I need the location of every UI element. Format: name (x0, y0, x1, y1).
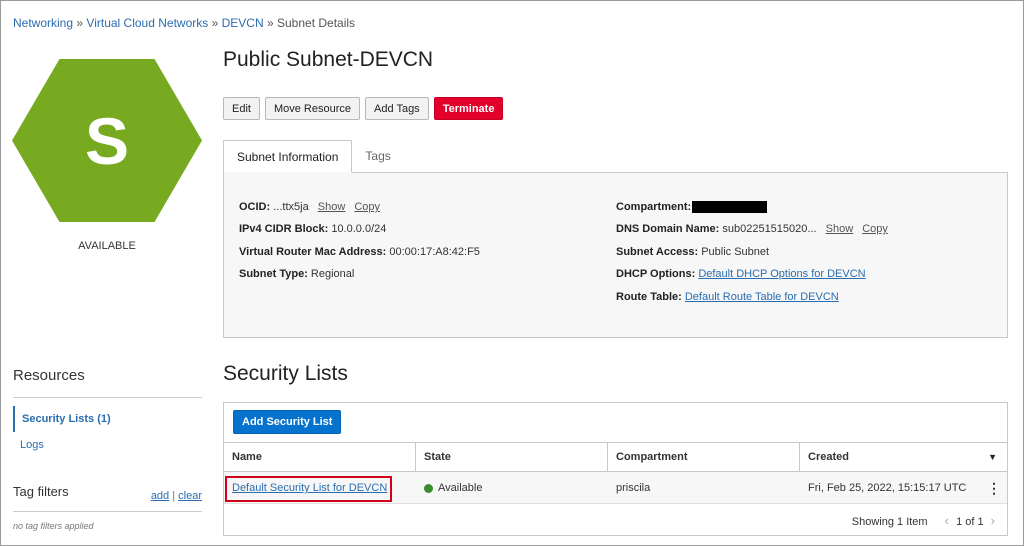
subnet-information-panel: OCID: ...ttx5ja Show Copy IPv4 CIDR Bloc… (223, 172, 1008, 338)
ocid-show-link[interactable]: Show (318, 201, 346, 213)
terminate-button[interactable]: Terminate (433, 97, 504, 120)
tab-tags[interactable]: Tags (352, 140, 403, 172)
security-lists-panel: Add Security List Name State Compartment… (223, 402, 1008, 536)
edit-button[interactable]: Edit (223, 97, 260, 120)
breadcrumb-separator: » (76, 16, 84, 30)
breadcrumb-current: Subnet Details (277, 16, 356, 30)
tab-subnet-information[interactable]: Subnet Information (223, 140, 353, 173)
mac-label: Virtual Router Mac Address: (239, 246, 387, 258)
dns-copy-link[interactable]: Copy (862, 223, 888, 235)
subnet-type-value: Regional (310, 268, 355, 280)
tag-filters: Tag filters add | clear (13, 484, 202, 502)
breadcrumb-networking[interactable]: Networking (13, 16, 73, 30)
column-name[interactable]: Name (224, 443, 416, 472)
add-security-list-button[interactable]: Add Security List (233, 410, 342, 434)
status-label: AVAILABLE (78, 240, 136, 252)
tag-filter-divider: | (172, 490, 176, 502)
breadcrumb-devcn[interactable]: DEVCN (222, 16, 264, 30)
column-created-label: Created (808, 451, 849, 463)
move-resource-button[interactable]: Move Resource (264, 97, 361, 120)
sidebar-item-logs[interactable]: Logs (13, 432, 202, 458)
row-actions-menu-icon[interactable]: ⋮ (987, 472, 1001, 504)
subnet-hexagon-icon: S (12, 59, 202, 222)
sort-desc-icon[interactable]: ▼ (988, 443, 997, 472)
row-state-cell: Available (416, 472, 482, 504)
ocid-row: OCID: ...ttx5ja Show Copy (239, 201, 380, 213)
route-table-link[interactable]: Default Route Table for DEVCN (685, 291, 839, 303)
table-row: Default Security List for DEVCN Availabl… (224, 472, 1007, 504)
dhcp-label: DHCP Options: (616, 268, 696, 280)
row-name-cell: Default Security List for DEVCN (224, 472, 387, 504)
cidr-value: 10.0.0.0/24 (331, 223, 387, 235)
dhcp-row: DHCP Options: Default DHCP Options for D… (616, 268, 866, 280)
compartment-label: Compartment: (616, 201, 692, 213)
resources-heading: Resources (13, 367, 85, 384)
row-state: Available (438, 482, 483, 494)
subnet-initial: S (84, 103, 130, 178)
dns-label: DNS Domain Name: (616, 223, 720, 235)
page-indicator: 1 of 1 (956, 516, 984, 528)
ocid-value: ...ttx5ja (273, 201, 309, 213)
tag-filters-heading: Tag filters (13, 484, 69, 499)
column-state[interactable]: State (416, 443, 608, 472)
subnet-type-row: Subnet Type: Regional (239, 268, 354, 280)
subnet-access-value: Public Subnet (701, 246, 770, 258)
tag-filters-divider (13, 511, 202, 512)
column-compartment[interactable]: Compartment (608, 443, 800, 472)
pagination: Showing 1 Item ‹ 1 of 1 › (852, 513, 999, 528)
subnet-type-label: Subnet Type: (239, 268, 308, 280)
clear-tag-filter-link[interactable]: clear (178, 490, 202, 502)
compartment-row: Compartment: (616, 201, 768, 214)
breadcrumb-separator: » (266, 16, 274, 30)
security-lists-heading: Security Lists (223, 362, 348, 385)
page-title: Public Subnet-DEVCN (223, 48, 434, 71)
breadcrumb-separator: » (211, 16, 219, 30)
add-tags-button[interactable]: Add Tags (365, 97, 429, 120)
row-compartment: priscila (616, 482, 651, 494)
dhcp-options-link[interactable]: Default DHCP Options for DEVCN (698, 268, 865, 280)
sidebar-item-security-lists[interactable]: Security Lists (1) (13, 406, 202, 432)
ocid-label: OCID: (239, 201, 271, 213)
available-status-icon (424, 483, 433, 493)
route-table-label: Route Table: (616, 291, 682, 303)
cidr-row: IPv4 CIDR Block: 10.0.0.0/24 (239, 223, 386, 235)
mac-value: 00:00:17:A8:42:F5 (389, 246, 480, 258)
security-list-link[interactable]: Default Security List for DEVCN (232, 482, 387, 494)
subnet-access-label: Subnet Access: (616, 246, 699, 258)
next-page-icon[interactable]: › (991, 513, 995, 528)
dns-row: DNS Domain Name: sub02251515020... Show … (616, 223, 888, 235)
action-bar: Edit Move Resource Add Tags Terminate (223, 97, 504, 120)
showing-count: Showing 1 Item (851, 516, 928, 528)
breadcrumb-vcns[interactable]: Virtual Cloud Networks (86, 16, 208, 30)
resources-nav: Security Lists (1) Logs (13, 406, 202, 458)
redacted-compartment (692, 201, 768, 214)
mac-row: Virtual Router Mac Address: 00:00:17:A8:… (239, 246, 480, 258)
add-tag-filter-link[interactable]: add (151, 490, 169, 502)
cidr-label: IPv4 CIDR Block: (239, 223, 329, 235)
detail-tabs: Subnet Information Tags (223, 140, 404, 173)
breadcrumb: Networking » Virtual Cloud Networks » DE… (13, 16, 355, 30)
tag-filter-actions: add | clear (151, 490, 202, 502)
dns-value: sub02251515020... (722, 223, 817, 235)
row-created: Fri, Feb 25, 2022, 15:15:17 UTC (808, 482, 967, 494)
prev-page-icon[interactable]: ‹ (945, 513, 949, 528)
ocid-copy-link[interactable]: Copy (354, 201, 380, 213)
subnet-access-row: Subnet Access: Public Subnet (616, 246, 769, 258)
table-header: Name State Compartment Created ▼ (224, 442, 1007, 472)
dns-show-link[interactable]: Show (826, 223, 854, 235)
column-created[interactable]: Created ▼ (800, 443, 1007, 472)
route-table-row: Route Table: Default Route Table for DEV… (616, 291, 839, 303)
no-tag-filters-text: no tag filters applied (13, 521, 94, 531)
hexagon-shape: S (12, 59, 202, 222)
resources-divider (13, 397, 202, 398)
